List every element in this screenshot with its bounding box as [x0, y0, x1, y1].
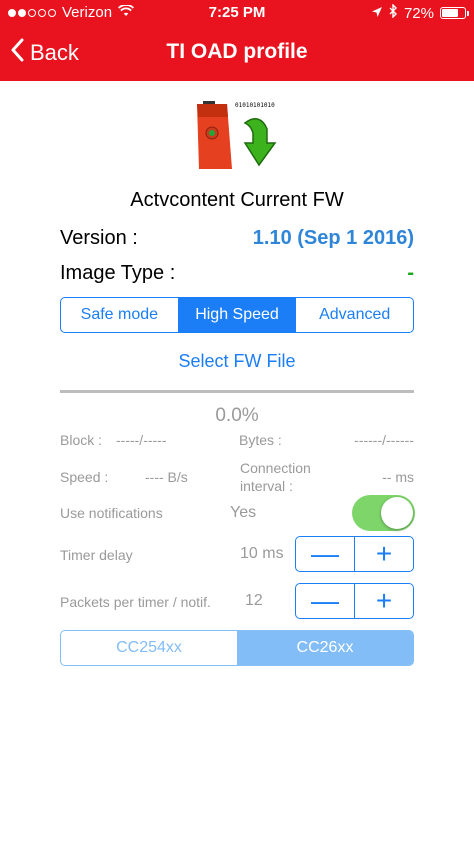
bytes-label: Bytes : [239, 432, 282, 448]
use-notifications-value: Yes [230, 504, 257, 521]
upload-progress-bar [60, 390, 414, 393]
version-label: Version : [60, 227, 138, 249]
packets-increment-button[interactable]: + [355, 584, 413, 618]
tab-advanced[interactable]: Advanced [296, 298, 413, 332]
tab-safe-mode[interactable]: Safe mode [61, 298, 179, 332]
timer-delay-label: Timer delay [60, 547, 133, 563]
binary-text: 01010101010 [235, 102, 275, 109]
toggle-knob [381, 497, 413, 529]
packets-per-timer-stepper: — + [295, 583, 414, 619]
sensortag-firmware-icon: 01010101010 [195, 95, 280, 173]
block-value: -----/----- [116, 432, 167, 448]
speed-value: ---- B/s [145, 469, 188, 485]
bluetooth-icon [389, 3, 398, 22]
connection-interval-label-line2: interval : [240, 478, 293, 494]
timer-delay-decrement-button[interactable]: — [296, 537, 355, 571]
nav-row: Back TI OAD profile [0, 28, 474, 81]
packets-per-timer-value: 12 [245, 592, 263, 609]
packets-decrement-button[interactable]: — [296, 584, 355, 618]
status-right: 72% [371, 3, 469, 22]
tab-cc26xx[interactable]: CC26xx [237, 631, 413, 665]
chip-family-segmented-control: CC254xx CC26xx [60, 630, 414, 666]
battery-icon [440, 7, 469, 19]
tab-high-speed[interactable]: High Speed [178, 298, 297, 332]
navigation-bar: Verizon 7:25 PM 72% Back TI OAD profile [0, 0, 474, 81]
tab-cc254xx[interactable]: CC254xx [61, 631, 237, 665]
use-notifications-label: Use notifications [60, 505, 163, 521]
image-type-label: Image Type : [60, 262, 176, 284]
image-type-value: - [407, 262, 414, 284]
firmware-title: Actvcontent Current FW [130, 189, 344, 211]
timer-delay-value: 10 ms [240, 545, 284, 562]
block-label: Block : [60, 432, 103, 448]
select-fw-file-button[interactable]: Select FW File [0, 351, 474, 372]
page-title: TI OAD profile [166, 40, 308, 63]
location-arrow-icon [371, 5, 383, 22]
progress-percent: 0.0% [215, 405, 259, 426]
packets-per-timer-label: Packets per timer / notif. [60, 594, 211, 610]
connection-interval-value: -- ms [382, 469, 414, 485]
connection-interval-label-line1: Connection [240, 460, 311, 476]
mode-segmented-control: Safe mode High Speed Advanced [60, 297, 414, 333]
bytes-value: ------/------ [354, 432, 414, 448]
status-bar: Verizon 7:25 PM 72% [0, 0, 474, 28]
timer-delay-increment-button[interactable]: + [355, 537, 413, 571]
use-notifications-toggle[interactable] [352, 495, 415, 531]
timer-delay-stepper: — + [295, 536, 414, 572]
version-value: 1.10 (Sep 1 2016) [252, 227, 414, 249]
battery-percent: 72% [403, 4, 434, 22]
speed-label: Speed : [60, 469, 109, 485]
